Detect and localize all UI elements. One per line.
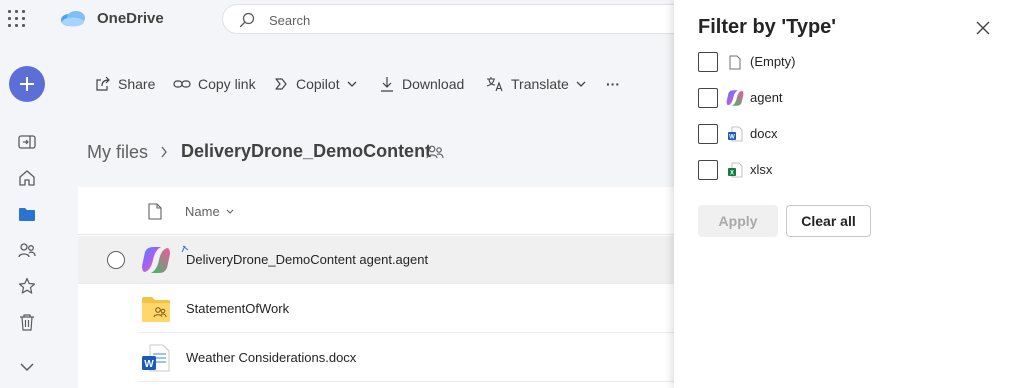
chevron-down-icon [226,209,234,214]
copilot-button[interactable]: Copilot [273,72,357,96]
file-type-column-icon[interactable] [148,203,162,220]
nav-my-files[interactable] [18,205,36,223]
app-launcher-icon[interactable] [8,10,25,27]
option-checkbox[interactable] [698,52,718,72]
file-name[interactable]: StatementOfWork [186,301,289,316]
breadcrumb-current: DeliveryDrone_DemoContent [181,141,432,161]
apply-button[interactable]: Apply [698,205,778,237]
link-icon [173,80,191,88]
search-box[interactable] [222,4,742,34]
nav-shared[interactable] [18,241,36,259]
share-label: Share [118,76,156,92]
more-actions-button[interactable]: ··· [606,72,620,96]
copilot-agent-icon [142,247,170,273]
star-icon [18,277,36,294]
clear-all-button[interactable]: Clear all [786,205,871,237]
option-label: agent [750,90,783,105]
row-select-radio[interactable] [107,251,125,269]
chevron-down-icon [347,81,357,87]
nav-home[interactable] [18,169,36,187]
share-button[interactable]: Share [95,72,155,96]
filter-panel-title: Filter by 'Type' [698,16,837,38]
file-name[interactable]: DeliveryDrone_DemoContent agent.agent [186,252,428,267]
copilot-label: Copilot [296,76,340,92]
download-button[interactable]: Download [379,72,464,96]
filter-option-xlsx[interactable]: X xlsx [698,160,898,182]
list-item[interactable]: W Weather Considerations.docx [138,334,698,382]
name-column-header[interactable]: Name [185,204,234,219]
svg-text:X: X [730,171,734,177]
shared-folder-icon [142,297,170,322]
option-label: (Empty) [750,54,796,69]
excel-file-icon: X [726,161,744,179]
word-file-icon: W [142,344,170,372]
shared-people-icon [426,145,444,159]
translate-icon [486,77,503,92]
list-item[interactable]: DeliveryDrone_DemoContent agent.agent [78,236,698,284]
share-icon [96,76,110,91]
option-checkbox[interactable] [698,124,718,144]
pane-toggle-icon [18,135,36,149]
close-icon [976,21,990,35]
nav-favorites[interactable] [18,277,36,295]
folder-icon [19,208,35,221]
people-icon [18,243,36,258]
option-label: docx [750,126,778,141]
svg-text:W: W [729,135,735,141]
option-checkbox[interactable] [698,88,718,108]
filter-option-empty[interactable]: (Empty) [698,52,898,74]
chevron-right-icon [161,146,167,158]
filter-option-agent[interactable]: agent [698,88,898,110]
nav-recycle-bin[interactable] [18,313,36,331]
onedrive-logo-icon [61,11,85,27]
download-label: Download [402,76,465,92]
svg-text:W: W [144,359,154,370]
more-nav-button[interactable] [18,358,36,376]
chevron-down-icon [20,363,34,372]
collapse-nav-button[interactable] [18,133,36,151]
close-panel-button[interactable] [974,19,992,37]
create-new-button[interactable] [9,66,45,102]
option-checkbox[interactable] [698,160,718,180]
list-header: Name [78,187,698,235]
file-list: Name DeliveryDrone_DemoContent agent.age… [78,187,698,388]
search-icon [239,12,255,28]
copy-link-label: Copy link [198,76,256,92]
breadcrumb-my-files[interactable]: My files [87,142,148,163]
file-name[interactable]: Weather Considerations.docx [186,350,356,365]
copilot-agent-icon [726,89,744,107]
copilot-icon [275,78,287,90]
copy-link-button[interactable]: Copy link [173,72,256,96]
plus-icon [20,77,34,91]
blank-file-icon [726,53,744,71]
filter-option-docx[interactable]: W docx [698,124,898,146]
home-icon [19,170,35,186]
name-column-label: Name [185,204,220,219]
trash-icon [20,314,34,331]
search-input[interactable] [269,10,569,30]
list-item[interactable]: StatementOfWork [138,285,698,333]
translate-label: Translate [511,76,569,92]
translate-button[interactable]: Translate [486,72,586,96]
word-file-icon: W [726,125,744,143]
filter-panel: Filter by 'Type' (Empty) agent W docx X … [674,0,1011,388]
download-icon [381,77,393,92]
chevron-down-icon [576,81,586,87]
option-label: xlsx [750,162,773,177]
app-title[interactable]: OneDrive [97,10,164,27]
